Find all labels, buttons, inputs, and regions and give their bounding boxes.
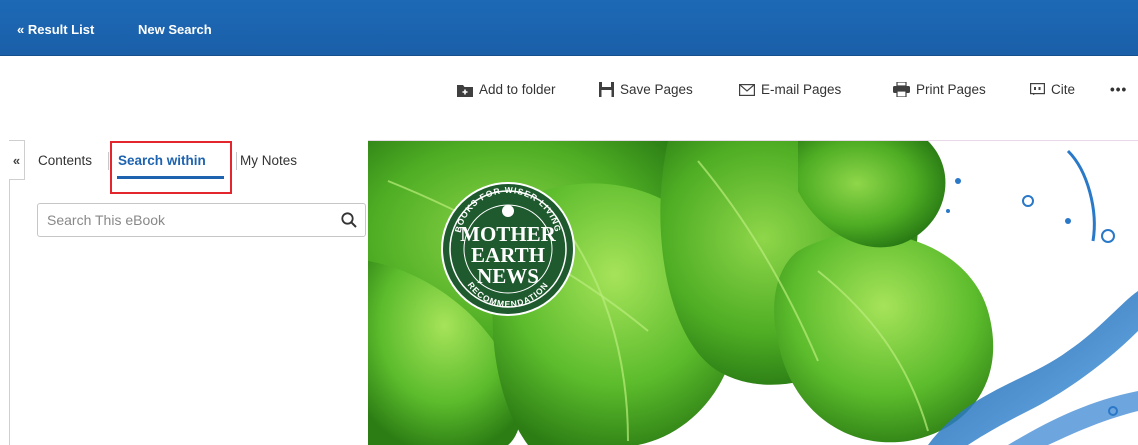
email-pages-label: E-mail Pages <box>761 82 842 97</box>
book-cover-illustration: MOTHER EARTH NEWS BOOKS FOR WISER LIVING… <box>368 141 1138 445</box>
new-search-link[interactable]: New Search <box>138 22 212 37</box>
active-tab-indicator <box>117 176 224 179</box>
tab-search-within[interactable]: Search within <box>118 153 206 168</box>
save-pages-label: Save Pages <box>620 82 693 97</box>
folder-add-icon <box>457 84 473 97</box>
email-pages-button[interactable]: E-mail Pages <box>739 82 841 97</box>
cite-button[interactable]: Cite <box>1030 82 1075 97</box>
save-icon <box>599 82 614 97</box>
print-pages-button[interactable]: Print Pages <box>893 82 986 97</box>
badge-line-3: NEWS <box>477 264 539 288</box>
cite-label: Cite <box>1051 82 1076 97</box>
search-ebook-box <box>37 203 366 237</box>
add-to-folder-button[interactable]: Add to folder <box>457 82 556 97</box>
book-cover-image: MOTHER EARTH NEWS BOOKS FOR WISER LIVING… <box>368 141 1138 445</box>
search-ebook-input[interactable] <box>38 204 337 236</box>
mother-earth-news-badge: MOTHER EARTH NEWS BOOKS FOR WISER LIVING… <box>441 182 575 316</box>
collapse-sidebar-button[interactable]: « <box>9 140 25 180</box>
email-icon <box>739 83 755 96</box>
tab-my-notes[interactable]: My Notes <box>240 153 297 168</box>
printer-icon <box>893 82 910 97</box>
top-navigation-bar: « Result List New Search <box>0 0 1138 56</box>
add-to-folder-label: Add to folder <box>479 82 556 97</box>
page-toolbar: Add to folder Save Pages E-mail Pages Pr… <box>0 82 1138 102</box>
print-pages-label: Print Pages <box>916 82 986 97</box>
tab-separator <box>236 152 237 170</box>
tab-contents[interactable]: Contents <box>38 153 92 168</box>
more-options-button[interactable]: ••• <box>1110 82 1127 97</box>
cite-icon <box>1030 82 1045 95</box>
save-pages-button[interactable]: Save Pages <box>599 82 693 97</box>
tab-separator <box>108 152 109 170</box>
sidebar-divider <box>9 140 10 445</box>
search-icon[interactable] <box>341 212 357 228</box>
result-list-link[interactable]: « Result List <box>17 22 94 37</box>
